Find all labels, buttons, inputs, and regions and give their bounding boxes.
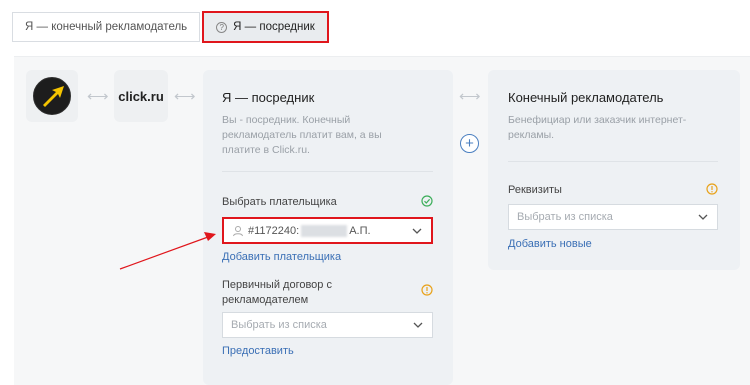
- annotation-arrow: [119, 232, 216, 270]
